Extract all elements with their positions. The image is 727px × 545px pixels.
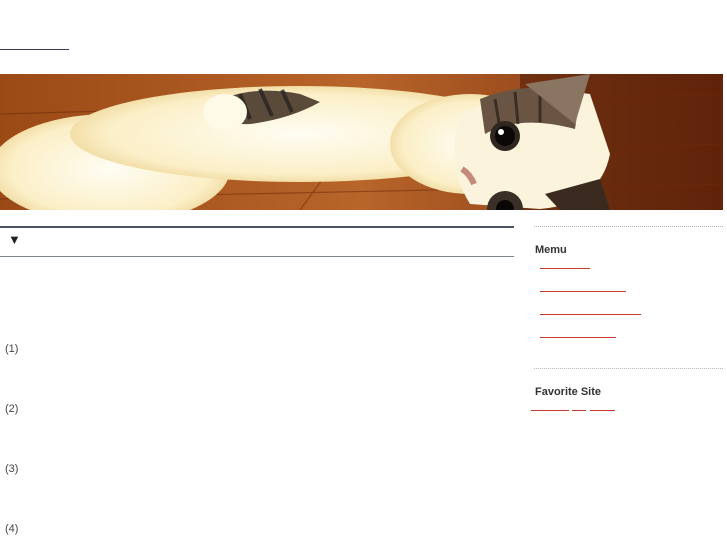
page: ▼ (1) (2) (3) (4) Memu Favorite Site — [0, 0, 727, 545]
site-title-link[interactable] — [0, 43, 69, 50]
sidebar-divider — [534, 368, 723, 369]
cat-photo — [0, 74, 723, 210]
list-item: (1) — [5, 343, 19, 355]
main-column: ▼ — [0, 226, 514, 257]
favorite-link-2[interactable] — [572, 406, 586, 411]
memu-link-2[interactable] — [540, 287, 626, 292]
list-item: (3) — [5, 463, 19, 475]
list-item: (2) — [5, 403, 19, 415]
favorite-links — [531, 406, 631, 412]
banner-image — [0, 74, 723, 210]
favorite-link-1[interactable] — [531, 406, 569, 411]
memu-heading: Memu — [535, 244, 567, 256]
list-item: (4) — [5, 523, 19, 535]
favorite-link-3[interactable] — [590, 406, 615, 411]
memu-link-4[interactable] — [540, 333, 616, 338]
entry-header: ▼ — [0, 226, 514, 257]
sidebar-divider — [534, 226, 723, 227]
sidebar: Memu Favorite Site — [531, 226, 723, 411]
memu-link-1[interactable] — [540, 264, 590, 269]
triangle-down-icon: ▼ — [8, 232, 21, 247]
memu-link-3[interactable] — [540, 310, 641, 315]
favorite-site-heading: Favorite Site — [535, 386, 602, 398]
